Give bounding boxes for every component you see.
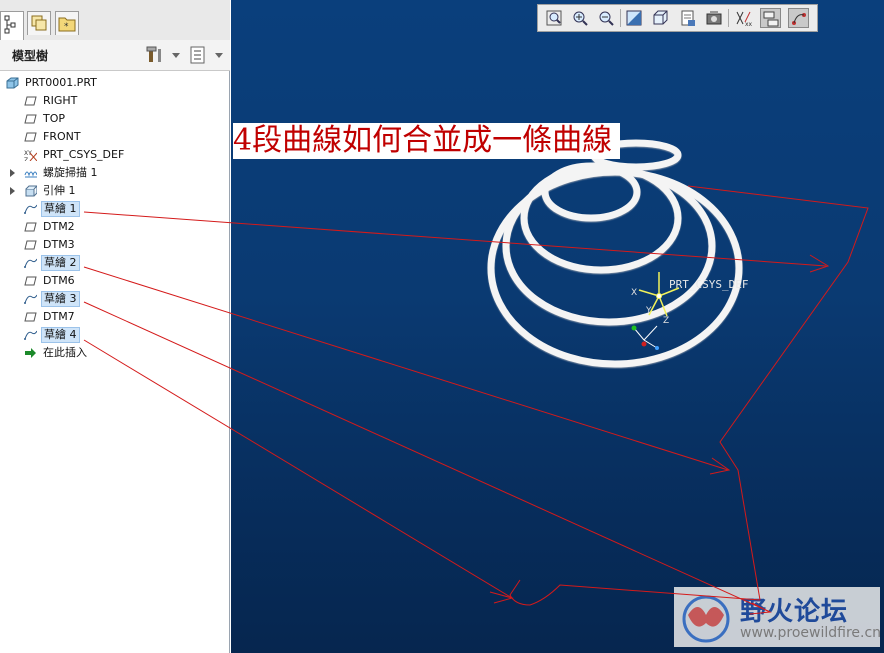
datum-plane-icon (24, 312, 37, 322)
tree-item-label: DTM7 (43, 310, 75, 323)
tree-item-label: 在此插入 (43, 346, 87, 359)
datum-plane-icon (24, 222, 37, 232)
model-tree-panel: * 模型樹 PRT0001.PRT RIGHT TOP FRONT XY Z PRT_CSY… (0, 0, 230, 653)
datum-plane-icon (24, 132, 37, 142)
tree-item-label: PRT_CSYS_DEF (43, 148, 125, 161)
helix-model (487, 139, 743, 368)
part-icon (6, 77, 19, 89)
layers-tab-icon (31, 15, 47, 31)
tree-item-label: RIGHT (43, 94, 78, 107)
layers-tab[interactable] (27, 11, 51, 35)
tree-item-label: 引伸 1 (43, 184, 76, 197)
tree-item-label: 草繪 3 (41, 291, 80, 307)
datum-plane-icon (24, 276, 37, 286)
svg-text:Z: Z (24, 157, 28, 161)
expand-arrow-icon[interactable] (10, 187, 15, 195)
expand-arrow-icon[interactable] (10, 169, 15, 177)
tree-item-label: TOP (43, 112, 66, 125)
show-dropdown-arrow[interactable] (215, 53, 223, 58)
favorites-tab[interactable]: * (55, 11, 79, 35)
datum-plane-icon (24, 96, 37, 106)
forum-logo-icon (682, 595, 730, 643)
annotation-text: 4段曲線如何合並成一條曲線 (233, 123, 621, 159)
model-tree-tab[interactable] (0, 11, 24, 40)
tree-item-label: 螺旋掃描 1 (43, 166, 98, 179)
show-options-icon[interactable] (189, 45, 207, 65)
settings-dropdown-arrow[interactable] (172, 53, 180, 58)
insert-here-arrow-icon (25, 348, 36, 358)
model-tree-tab-icon (4, 15, 16, 34)
svg-text:*: * (64, 22, 69, 32)
settings-tools-icon[interactable] (146, 45, 166, 65)
panel-tab-bar: * (0, 0, 230, 41)
tree-item-label: PRT0001.PRT (25, 76, 97, 89)
forum-watermark: 野火论坛 www.proewildfire.cn (674, 587, 882, 647)
csys-label: PRT_CSYS_DEF (669, 278, 749, 291)
axis-x-label: X (631, 288, 638, 298)
axis-y-label: Y (646, 306, 652, 316)
tree-item-label: 草繪 2 (41, 255, 80, 271)
datum-plane-icon (24, 114, 37, 124)
tree-item-label: 草繪 4 (41, 327, 80, 343)
panel-title: 模型樹 (12, 49, 49, 63)
tree-item-label: DTM3 (43, 238, 75, 251)
tree-header: 模型樹 (0, 40, 230, 71)
favorites-tab-icon: * (58, 17, 76, 32)
tree-item-label: FRONT (43, 130, 81, 143)
watermark-title: 野火论坛 (740, 597, 849, 627)
datum-plane-icon (24, 240, 37, 250)
watermark-url: www.proewildfire.cn (740, 625, 882, 641)
helical-sweep-icon (24, 171, 37, 178)
tree-item-label: DTM6 (43, 274, 75, 287)
graphics-viewport[interactable]: xx PRT_CSYS_DEF X Y Z 4段曲線如何合並成一條曲線 野火论坛… (231, 0, 884, 653)
sketch-icon (24, 258, 37, 268)
axis-z-label: Z (663, 316, 670, 326)
tree-item-label: 草繪 1 (41, 201, 80, 217)
tree-item-label: DTM2 (43, 220, 75, 233)
extrude-icon (25, 185, 37, 197)
sketch-icon (24, 204, 37, 214)
csys-icon: XYZ (24, 150, 37, 161)
sketch-icon (24, 330, 37, 340)
sketch-icon (24, 294, 37, 304)
